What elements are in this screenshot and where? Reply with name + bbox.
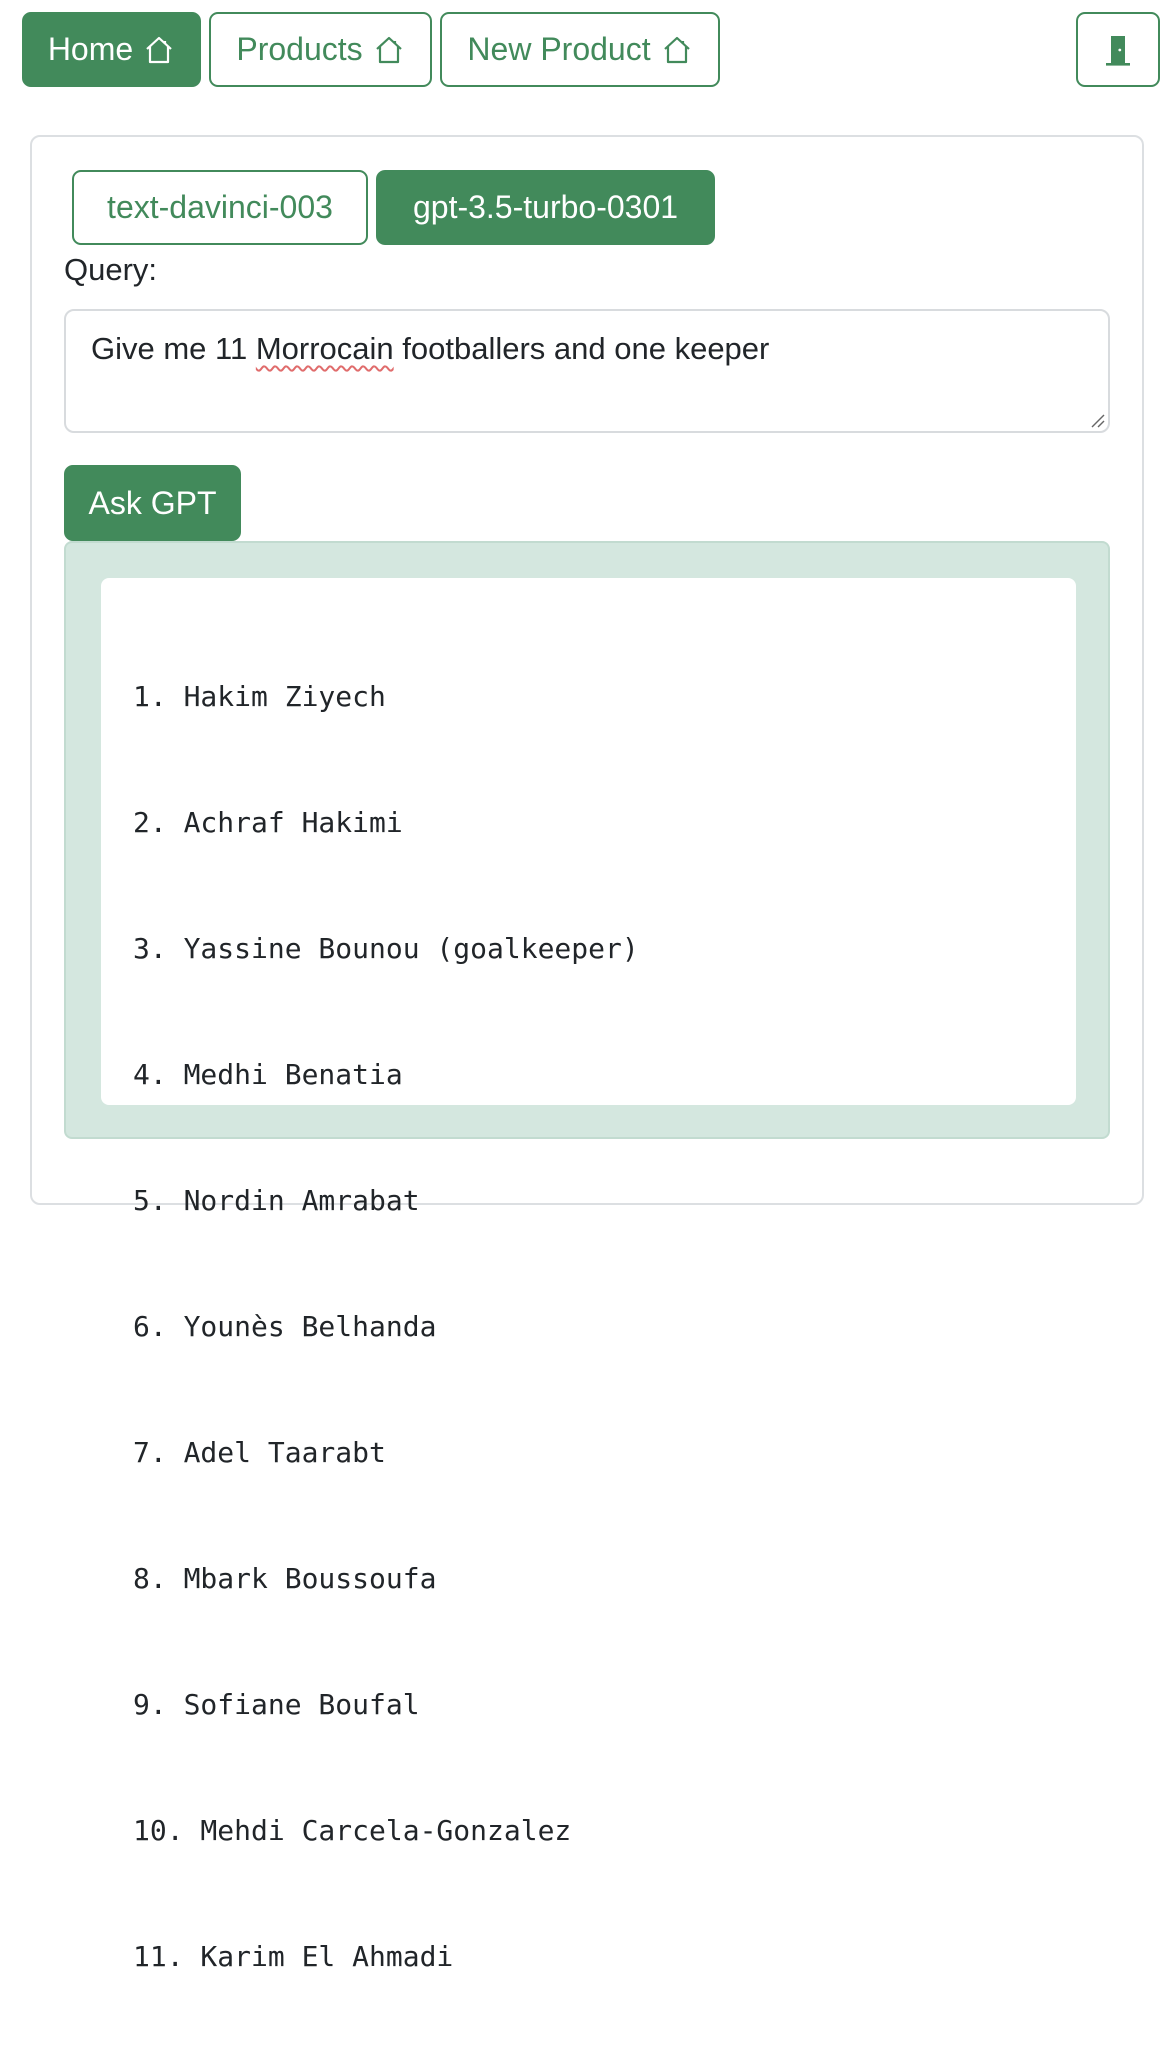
response-line: 7. Adel Taarabt [133,1436,386,1469]
house-icon [146,36,172,63]
response-panel: 1. Hakim Ziyech 2. Achraf Hakimi 3. Yass… [64,541,1110,1973]
nav-new-product-button[interactable]: New Product [440,12,720,87]
nav-home-label: Home [47,31,134,67]
query-label: Query: [64,252,158,287]
house-icon [375,36,402,63]
model-option-gpt-3-5-turbo-0301[interactable]: gpt-3.5-turbo-0301 [376,170,715,245]
query-text-start: Give me 11 [91,331,256,366]
query-text-misspelled-word: Morrocain [255,331,394,366]
response-line: 3. Yassine Bounou (goalkeeper) [133,932,639,965]
ask-gpt-label: Ask GPT [88,484,217,521]
logout-button[interactable] [1076,12,1160,87]
response-line: 2. Achraf Hakimi [133,806,403,839]
response-line: 9. Sofiane Boufal [133,1688,420,1721]
response-line: 5. Nordin Amrabat [133,1184,420,1217]
response-line: 8. Mbark Boussoufa [133,1562,437,1595]
resize-grip-icon[interactable] [1089,412,1105,428]
response-list: 1. Hakim Ziyech 2. Achraf Hakimi 3. Yass… [133,592,639,2062]
door-exit-icon [1106,35,1130,66]
house-icon [663,36,690,63]
response-line: 4. Medhi Benatia [133,1058,403,1091]
model-option-label: text-davinci-003 [107,189,333,225]
ask-gpt-button[interactable]: Ask GPT [64,465,241,541]
query-text-end: footballers and one keeper [393,331,770,366]
response-line: 10. Mehdi Carcela-Gonzalez [133,1814,572,1847]
nav-products-label: Products [236,31,363,67]
response-line: 6. Younès Belhanda [133,1310,437,1343]
nav-products-button[interactable]: Products [209,12,432,87]
response-line: 1. Hakim Ziyech [133,680,386,713]
response-box: 1. Hakim Ziyech 2. Achraf Hakimi 3. Yass… [101,578,1076,1973]
response-line: 11. Karim El Ahmadi [133,1940,454,1973]
model-option-text-davinci-003[interactable]: text-davinci-003 [72,170,368,245]
nav-home-button[interactable]: Home [22,12,201,87]
model-option-label: gpt-3.5-turbo-0301 [412,189,679,225]
query-input[interactable]: Give me 11 Morrocain footballers and one… [64,309,1110,433]
nav-new-product-label: New Product [467,31,651,67]
